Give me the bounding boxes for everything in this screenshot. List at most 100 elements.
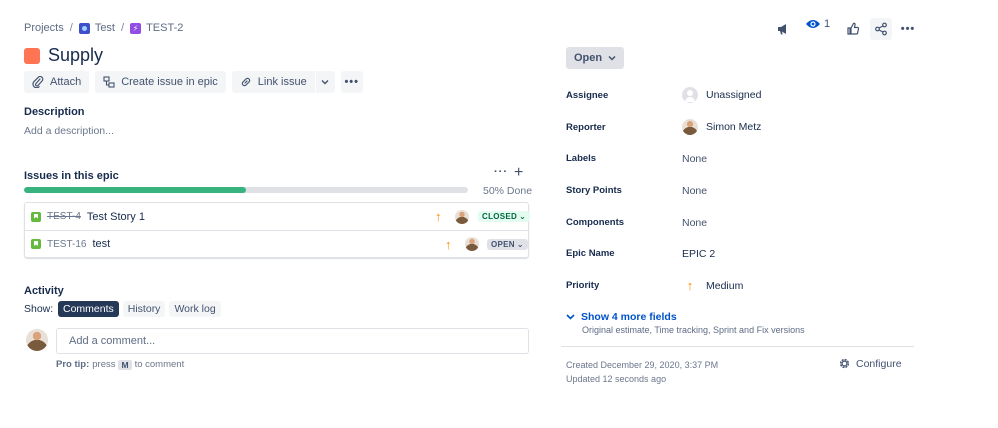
breadcrumb-projects[interactable]: Projects — [24, 22, 64, 34]
reporter-label: Reporter — [566, 122, 606, 133]
issue-more-button[interactable]: ••• — [897, 18, 919, 40]
protip-prefix: Pro tip: — [56, 359, 90, 370]
issue-header: Supply — [24, 45, 103, 66]
link-issue-button[interactable]: Link issue — [231, 71, 335, 93]
divider — [561, 346, 914, 347]
breadcrumb-epic-key: TEST-2 — [146, 22, 184, 34]
status-lozenge[interactable]: OPEN ⌄ — [487, 238, 528, 250]
reporter-value: Simon Metz — [706, 121, 762, 133]
priority-field[interactable]: ↑ Medium — [682, 278, 744, 293]
issue-title[interactable]: Supply — [48, 45, 103, 66]
paperclip-icon — [32, 76, 44, 88]
gear-icon — [839, 358, 850, 369]
watch-count: 1 — [824, 18, 831, 30]
status-lozenge[interactable]: CLOSED ⌄ — [478, 211, 531, 222]
priority-label: Priority — [566, 280, 600, 291]
epic-issues-heading: Issues in this epic — [24, 170, 119, 182]
link-icon — [241, 77, 250, 87]
assignee-field[interactable]: Unassigned — [682, 87, 761, 103]
add-child-issue-icon[interactable]: + — [514, 164, 523, 182]
protip-key: M — [118, 359, 132, 370]
issue-key[interactable]: TEST-4 — [47, 211, 81, 222]
assignee-value: Unassigned — [706, 89, 762, 101]
epic-name-label: Epic Name — [566, 248, 615, 259]
epic-type-icon: ⚡ — [130, 22, 142, 34]
epic-progress-fill — [24, 187, 246, 193]
tab-history[interactable]: History — [122, 301, 166, 317]
issue-key[interactable]: TEST-16 — [47, 239, 86, 250]
breadcrumb-project[interactable]: Test — [78, 22, 115, 34]
labels-value: None — [682, 153, 708, 165]
megaphone-icon — [778, 24, 786, 35]
avatar[interactable] — [465, 237, 479, 251]
priority-medium-icon: ↑ — [686, 278, 694, 293]
status-label: CLOSED — [482, 212, 518, 221]
avatar[interactable] — [455, 209, 469, 224]
description-heading: Description — [24, 106, 85, 118]
epic-progress-label: 50% Done — [483, 185, 533, 197]
created-date: Created December 29, 2020, 3:37 PM — [566, 360, 719, 370]
status-label: OPEN — [491, 239, 515, 249]
more-actions-button[interactable]: ••• — [340, 71, 363, 93]
watch-control[interactable]: 1 — [805, 18, 830, 30]
epic-color-icon[interactable] — [24, 47, 40, 64]
breadcrumb-separator: / — [69, 22, 73, 34]
issue-summary[interactable]: Test Story 1 — [87, 211, 145, 223]
issue-summary[interactable]: test — [92, 238, 110, 250]
activity-heading: Activity — [24, 285, 64, 297]
chevron-down-icon[interactable] — [314, 71, 335, 93]
vote-button[interactable] — [842, 18, 864, 40]
protip-press: press — [92, 359, 116, 370]
configure-button[interactable]: Configure — [838, 357, 902, 370]
comment-protip: Pro tip: press M to comment — [56, 359, 184, 370]
issue-toolbar: Attach Create issue in epic Link issue •… — [24, 71, 363, 93]
epic-issues-table: TEST-4 Test Story 1 ↑ CLOSED ⌄ TEST-16 te… — [24, 202, 531, 258]
tab-work-log[interactable]: Work log — [169, 301, 221, 317]
chevron-down-icon: ⌄ — [516, 239, 524, 249]
more-icon: ••• — [900, 23, 916, 35]
attach-button[interactable]: Attach — [24, 71, 90, 93]
epic-children-icon — [103, 76, 115, 88]
status-button[interactable]: Open — [566, 47, 624, 69]
share-icon — [875, 22, 887, 36]
chevron-down-icon: ⌄ — [519, 212, 527, 221]
story-points-label: Story Points — [566, 185, 622, 196]
labels-field[interactable]: None — [682, 153, 707, 165]
epic-issues-more-icon[interactable]: ··· — [494, 166, 508, 178]
components-field[interactable]: None — [682, 217, 707, 229]
epic-name-field[interactable]: EPIC 2 — [682, 248, 715, 260]
epic-name-value: EPIC 2 — [682, 248, 716, 260]
components-label: Components — [566, 217, 625, 228]
show-more-label: Show 4 more fields — [581, 311, 677, 323]
story-icon — [31, 211, 41, 222]
current-user-avatar — [26, 329, 48, 351]
reporter-field[interactable]: Simon Metz — [682, 119, 761, 135]
issue-top-actions — [772, 18, 794, 40]
comment-input[interactable]: Add a comment... — [56, 328, 529, 354]
assignee-label: Assignee — [566, 90, 609, 101]
issue-more-control: ••• — [897, 18, 919, 40]
breadcrumb-epic[interactable]: ⚡ TEST-2 — [130, 22, 183, 34]
thumbs-up-icon — [847, 22, 860, 35]
show-more-fields-button[interactable]: Show 4 more fields — [566, 311, 677, 323]
tab-comments[interactable]: Comments — [58, 301, 119, 317]
create-issue-label: Create issue in epic — [121, 76, 218, 88]
priority-icon: ↑ — [435, 209, 442, 224]
table-row[interactable]: TEST-4 Test Story 1 ↑ CLOSED ⌄ — [25, 203, 531, 230]
eye-icon — [806, 20, 820, 28]
table-row[interactable]: TEST-16 test ↑ OPEN ⌄ — [25, 230, 528, 257]
share-button[interactable] — [870, 18, 892, 40]
description-field[interactable]: Add a description... — [24, 125, 114, 137]
feedback-button[interactable] — [772, 18, 794, 40]
attach-label: Attach — [50, 76, 82, 88]
labels-label: Labels — [566, 153, 597, 164]
configure-label: Configure — [856, 357, 902, 370]
story-points-field[interactable]: None — [682, 185, 707, 197]
components-value: None — [682, 217, 708, 229]
epic-progress-bar — [24, 187, 468, 193]
breadcrumb-project-label: Test — [94, 22, 115, 34]
create-issue-in-epic-button[interactable]: Create issue in epic — [95, 71, 226, 93]
link-issue-label: Link issue — [257, 76, 307, 88]
link-issue-main[interactable]: Link issue — [232, 71, 315, 93]
activity-tabs: Comments History Work log — [58, 301, 221, 317]
